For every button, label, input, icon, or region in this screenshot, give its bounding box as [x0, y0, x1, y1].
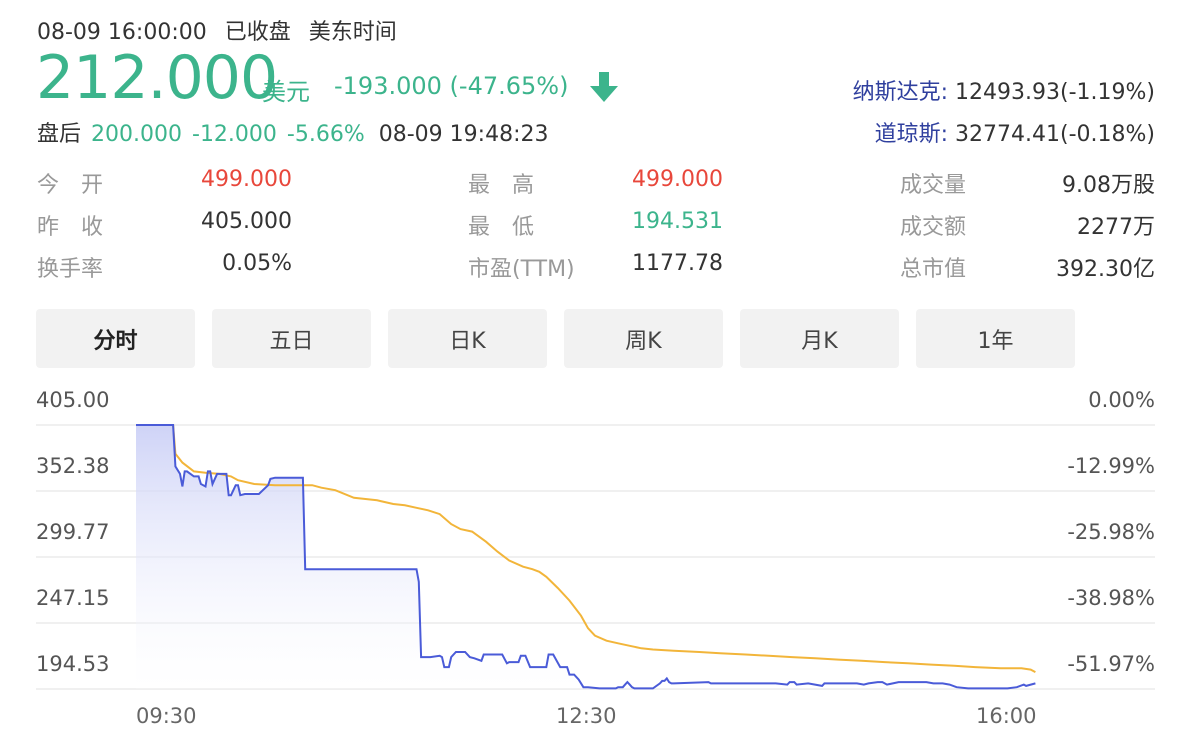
- y-pct-tick-label: -25.98%: [1067, 520, 1155, 544]
- y-tick-label: 194.53: [36, 652, 110, 676]
- y-tick-label: 247.15: [36, 586, 110, 610]
- y-pct-tick-label: -38.98%: [1067, 586, 1155, 610]
- y-pct-tick-label: -12.99%: [1067, 454, 1155, 478]
- y-tick-label: 299.77: [36, 520, 110, 544]
- x-tick-label: 09:30: [136, 704, 197, 728]
- y-pct-tick-label: 0.00%: [1088, 388, 1155, 412]
- y-pct-tick-label: -51.97%: [1067, 652, 1155, 676]
- y-tick-label: 405.00: [36, 388, 110, 412]
- intraday-chart[interactable]: [0, 0, 1191, 740]
- x-tick-label: 12:30: [556, 704, 617, 728]
- y-tick-label: 352.38: [36, 454, 110, 478]
- x-tick-label: 16:00: [976, 704, 1037, 728]
